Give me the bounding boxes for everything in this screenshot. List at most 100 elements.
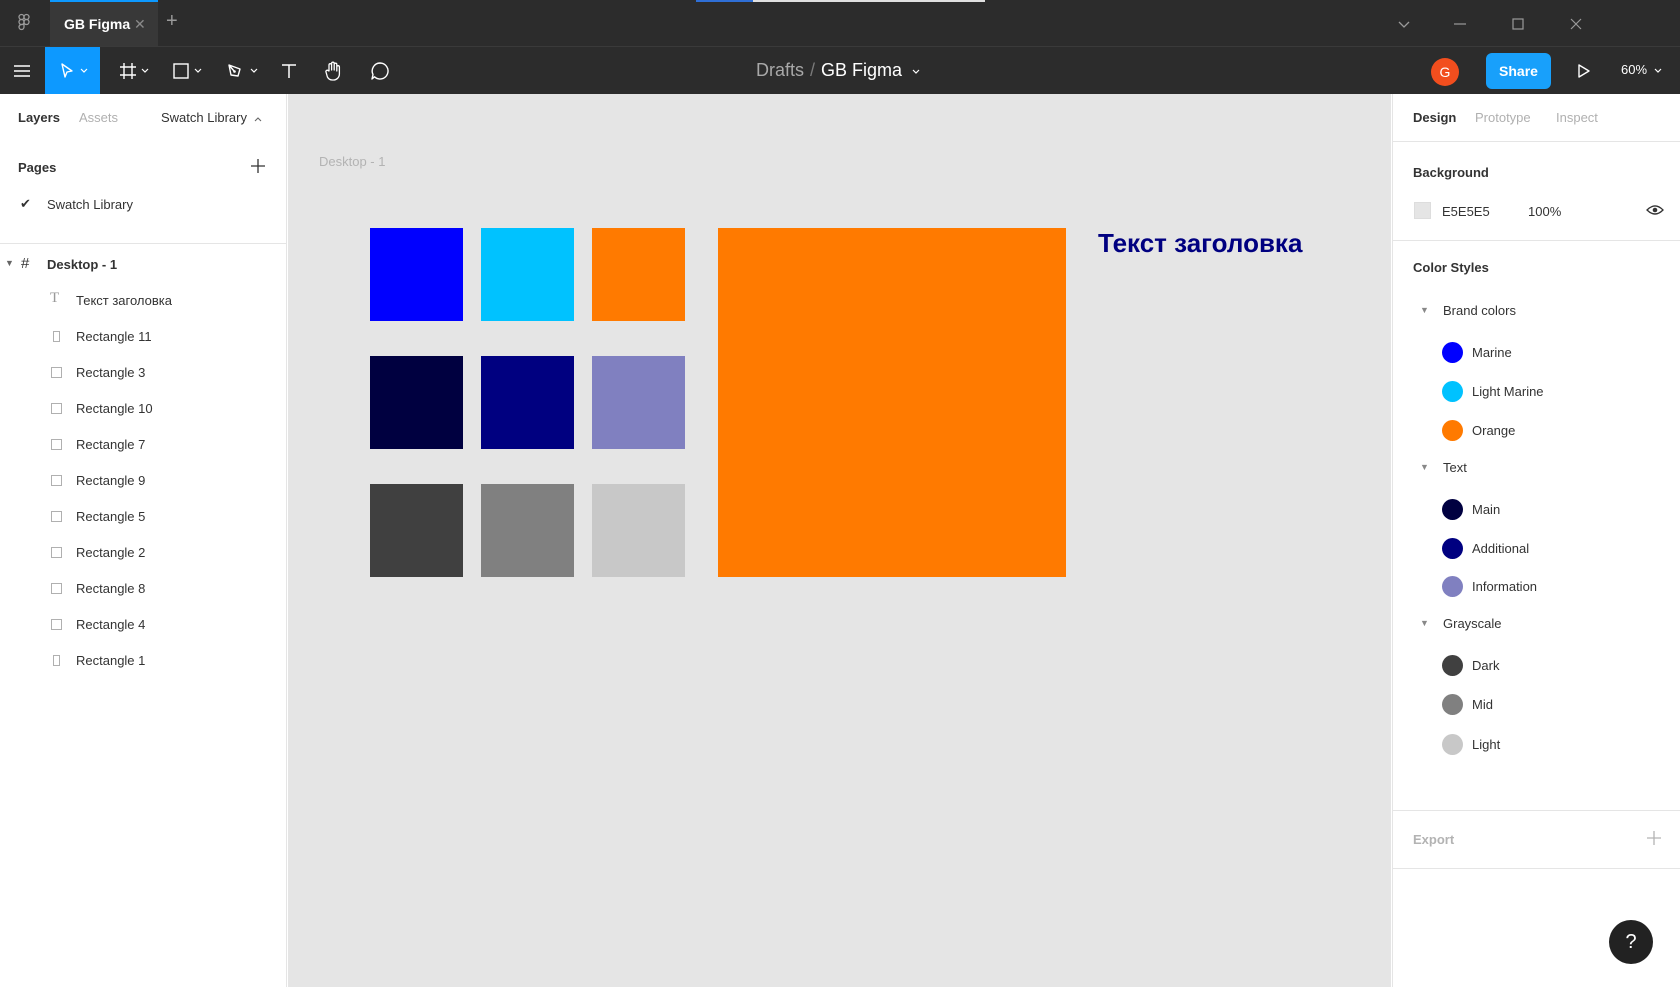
tab-inspect[interactable]: Inspect — [1556, 110, 1598, 125]
breadcrumb-drafts[interactable]: Drafts — [756, 60, 804, 80]
tab-prototype[interactable]: Prototype — [1475, 110, 1531, 125]
background-opacity-input[interactable]: 100% — [1528, 204, 1561, 219]
layer-item[interactable]: Rectangle 5 — [0, 498, 286, 534]
rectangle-icon — [51, 619, 62, 630]
caret-down-icon[interactable]: ▼ — [1420, 618, 1429, 628]
canvas-heading-text[interactable]: Текст заголовка — [1098, 228, 1302, 259]
swatch-additional[interactable] — [481, 356, 574, 449]
style-group-text[interactable]: ▼ Text — [1393, 455, 1680, 483]
close-window-icon[interactable] — [1564, 12, 1588, 36]
layers-panel: Layers Assets Swatch Library Pages ✔ Swa… — [0, 94, 287, 987]
layer-item[interactable]: Rectangle 9 — [0, 462, 286, 498]
zoom-control[interactable]: 60% — [1621, 62, 1662, 77]
present-play-icon[interactable] — [1572, 60, 1594, 82]
color-style-mid[interactable]: Mid — [1393, 686, 1680, 722]
layer-item[interactable]: Rectangle 2 — [0, 534, 286, 570]
color-style-dark[interactable]: Dark — [1393, 647, 1680, 683]
layer-item[interactable]: Rectangle 10 — [0, 390, 286, 426]
zoom-label: 60% — [1621, 62, 1648, 77]
style-group-grayscale[interactable]: ▼ Grayscale — [1393, 611, 1680, 639]
pen-tool-button[interactable] — [222, 47, 262, 95]
frame-tool-button[interactable] — [114, 47, 154, 95]
pen-icon — [228, 64, 241, 77]
eye-icon[interactable] — [1646, 203, 1664, 217]
layer-item[interactable]: Rectangle 3 — [0, 354, 286, 390]
close-icon[interactable]: ✕ — [134, 16, 146, 33]
page-selector[interactable]: Swatch Library — [161, 110, 262, 125]
rectangle-icon — [51, 403, 62, 414]
caret-down-icon[interactable]: ▼ — [5, 258, 14, 268]
layer-label: Текст заголовка — [76, 293, 173, 308]
add-page-icon[interactable] — [248, 156, 268, 176]
page-item-swatch-library[interactable]: ✔ Swatch Library — [0, 190, 286, 220]
canvas[interactable]: Desktop - 1 Текст заголовка — [288, 94, 1391, 987]
color-dot — [1442, 576, 1463, 597]
color-style-information[interactable]: Information — [1393, 568, 1680, 604]
swatch-light[interactable] — [592, 484, 685, 577]
swatch-main[interactable] — [370, 356, 463, 449]
layer-label: Rectangle 4 — [76, 617, 146, 632]
file-name[interactable]: GB Figma — [821, 60, 902, 80]
color-style-orange[interactable]: Orange — [1393, 412, 1680, 448]
background-hex-input[interactable]: E5E5E5 — [1442, 204, 1490, 219]
rectangle-icon — [51, 439, 62, 450]
maximize-icon[interactable] — [1506, 12, 1530, 36]
toolbar: Drafts / GB Figma G Share 60% — [0, 46, 1680, 95]
large-orange-rectangle[interactable] — [718, 228, 1066, 577]
color-style-light[interactable]: Light — [1393, 726, 1680, 762]
style-group-brand-colors[interactable]: ▼ Brand colors — [1393, 298, 1680, 326]
chevron-down-icon — [1654, 68, 1662, 73]
swatch-light-marine[interactable] — [481, 228, 574, 321]
help-button[interactable]: ? — [1609, 920, 1653, 964]
tab-design[interactable]: Design — [1413, 110, 1456, 125]
tab-layers[interactable]: Layers — [18, 110, 60, 125]
color-style-label: Mid — [1472, 697, 1493, 712]
comment-tool-button[interactable] — [368, 47, 392, 95]
layer-frame-desktop-1[interactable]: ▼ # Desktop - 1 — [0, 248, 286, 280]
share-button[interactable]: Share — [1486, 53, 1551, 89]
move-tool-button[interactable] — [45, 47, 100, 95]
text-tool-button[interactable] — [277, 47, 301, 95]
tab-gb-figma[interactable]: GB Figma ✕ — [50, 0, 158, 46]
swatch-information[interactable] — [592, 356, 685, 449]
color-style-label: Marine — [1472, 345, 1512, 360]
color-style-additional[interactable]: Additional — [1393, 530, 1680, 566]
caret-down-icon[interactable]: ▼ — [1420, 305, 1429, 315]
swatch-marine[interactable] — [370, 228, 463, 321]
color-style-main[interactable]: Main — [1393, 491, 1680, 527]
avatar[interactable]: G — [1431, 58, 1459, 86]
minimize-icon[interactable] — [1448, 12, 1472, 36]
tab-assets[interactable]: Assets — [79, 110, 118, 125]
loading-bar-progress — [696, 0, 753, 2]
main-menu-icon[interactable] — [8, 47, 36, 95]
plus-icon[interactable]: + — [166, 10, 178, 33]
layer-item[interactable]: Rectangle 11 — [0, 318, 286, 354]
figma-logo-icon[interactable] — [14, 13, 34, 33]
swatch-dark[interactable] — [370, 484, 463, 577]
layer-label: Rectangle 10 — [76, 401, 153, 416]
layer-item[interactable]: Rectangle 4 — [0, 606, 286, 642]
chevron-down-icon[interactable] — [1392, 12, 1416, 36]
chevron-down-icon[interactable] — [911, 68, 921, 76]
design-panel: Design Prototype Inspect Background E5E5… — [1392, 94, 1680, 987]
frame-name-label[interactable]: Desktop - 1 — [319, 154, 385, 169]
color-style-marine[interactable]: Marine — [1393, 334, 1680, 370]
rectangle-icon — [51, 511, 62, 522]
caret-down-icon[interactable]: ▼ — [1420, 462, 1429, 472]
background-color-swatch[interactable] — [1414, 202, 1431, 219]
layer-item[interactable]: Rectangle 1 — [0, 642, 286, 678]
color-dot — [1442, 381, 1463, 402]
shape-tool-button[interactable] — [167, 47, 207, 95]
layer-item[interactable]: T Текст заголовка — [0, 282, 286, 318]
add-export-icon[interactable] — [1645, 829, 1663, 847]
hand-icon — [325, 61, 341, 81]
layer-item[interactable]: Rectangle 7 — [0, 426, 286, 462]
export-section-title: Export — [1413, 832, 1455, 847]
page-label: Swatch Library — [47, 197, 133, 212]
color-style-light-marine[interactable]: Light Marine — [1393, 373, 1680, 409]
swatch-orange[interactable] — [592, 228, 685, 321]
layer-item[interactable]: Rectangle 8 — [0, 570, 286, 606]
hand-tool-button[interactable] — [322, 47, 346, 95]
layer-label: Rectangle 7 — [76, 437, 146, 452]
swatch-mid[interactable] — [481, 484, 574, 577]
